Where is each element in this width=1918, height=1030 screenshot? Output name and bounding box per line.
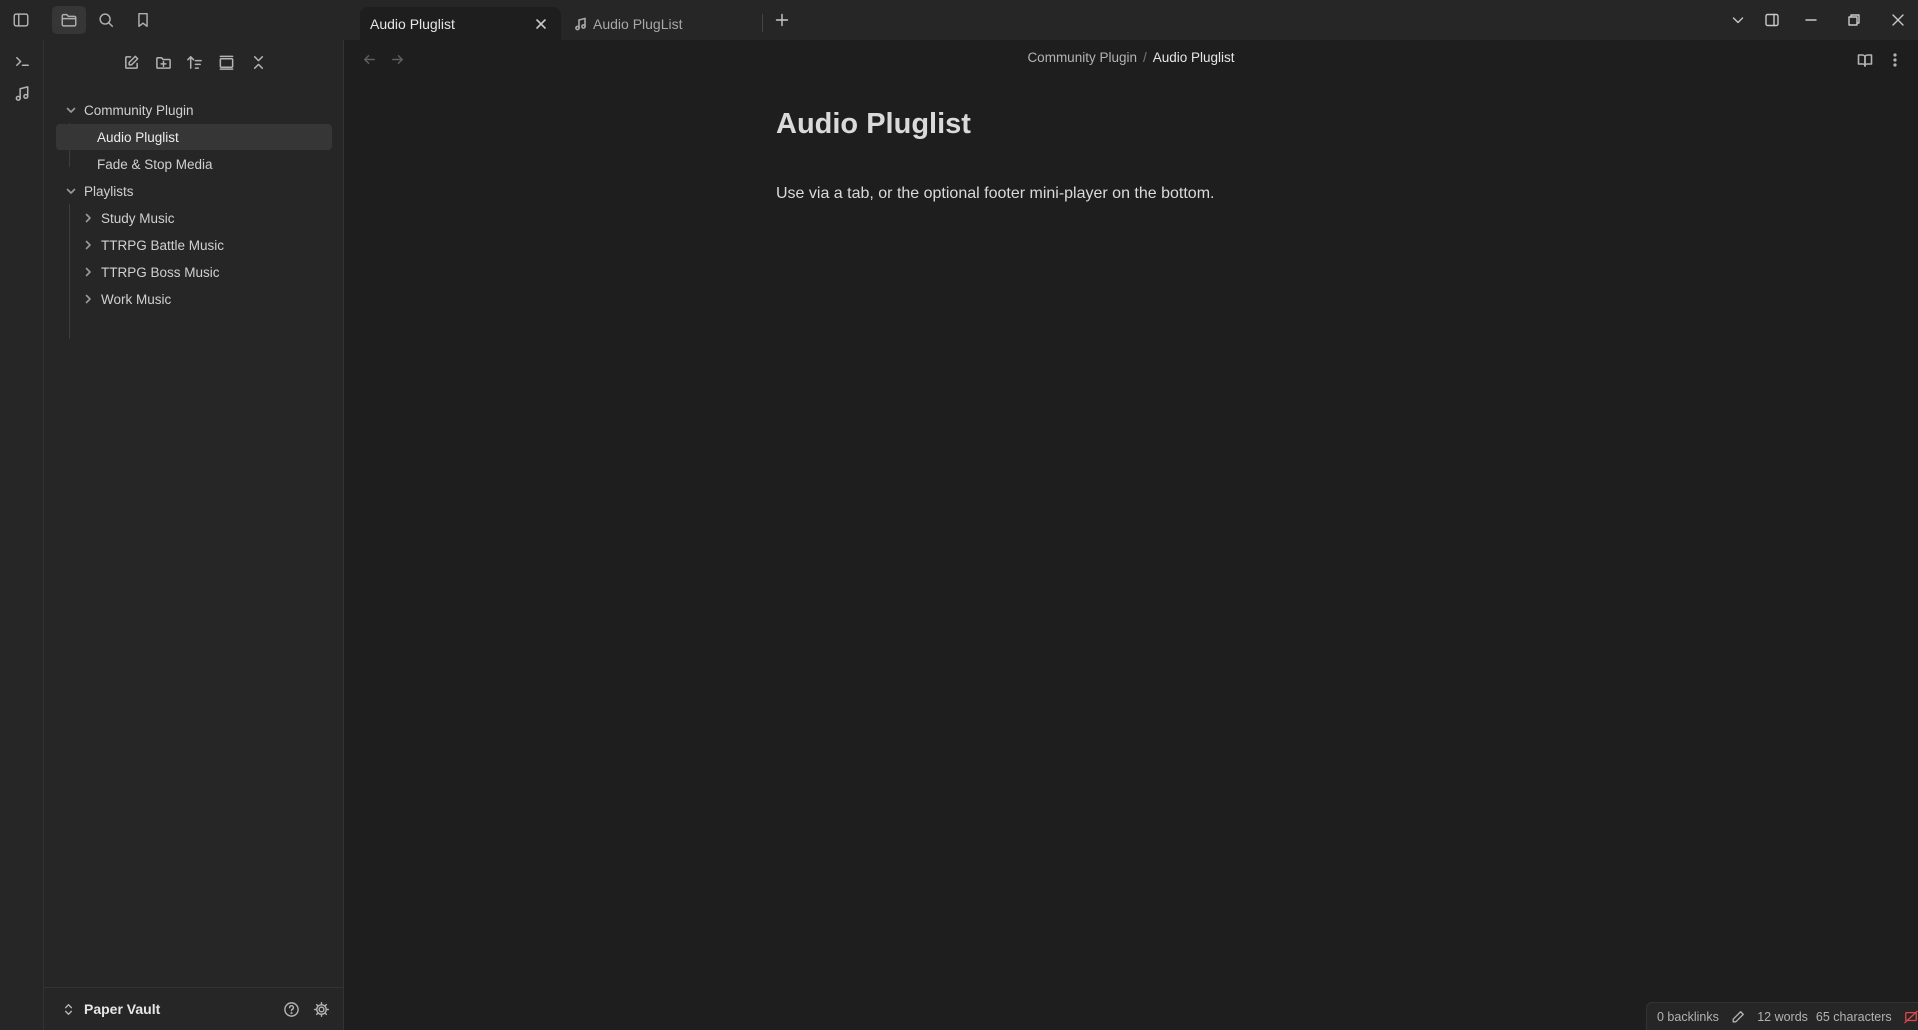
help-icon <box>283 1001 299 1017</box>
reveal-icon <box>219 55 233 70</box>
tree-folder-community-plugin[interactable]: Community Plugin <box>56 97 334 123</box>
chevrons-up-down-icon <box>64 1003 72 1015</box>
tree-folder-work-music[interactable]: Work Music <box>56 286 332 312</box>
help-button[interactable] <box>281 999 301 1019</box>
ribbon <box>0 40 44 1030</box>
auto-reveal-file-button[interactable] <box>213 50 239 74</box>
edit-mode-button[interactable] <box>1731 1009 1745 1025</box>
tree-item-label: TTRPG Battle Music <box>101 237 225 253</box>
sidebar-left-icon <box>13 13 29 27</box>
tree-folder-ttrpg-battle-music[interactable]: TTRPG Battle Music <box>56 232 332 258</box>
new-folder-button[interactable] <box>150 50 176 74</box>
breadcrumb: Community Plugin / Audio Pluglist <box>344 50 1918 65</box>
tab-audio-pluglist[interactable]: Audio Pluglist <box>360 7 561 40</box>
collapse-icon <box>253 55 263 69</box>
tree-item-label: Fade & Stop Media <box>97 156 213 172</box>
new-note-button[interactable] <box>118 50 144 74</box>
tab-list-dropdown-button[interactable] <box>1726 8 1750 32</box>
plus-icon <box>775 13 789 27</box>
sidebar-right-icon <box>1765 13 1779 27</box>
more-options-button[interactable] <box>1884 49 1906 71</box>
breadcrumb-current[interactable]: Audio Pluglist <box>1153 50 1235 65</box>
change-sort-order-button[interactable] <box>181 50 207 74</box>
breadcrumb-parent[interactable]: Community Plugin <box>1027 50 1137 65</box>
tree-folder-ttrpg-boss-music[interactable]: TTRPG Boss Music <box>56 259 332 285</box>
tree-item-label: Playlists <box>84 183 134 199</box>
toggle-left-sidebar-button[interactable] <box>4 6 38 34</box>
minimize-window-button[interactable] <box>1799 8 1823 32</box>
word-count: 12 words <box>1757 1009 1808 1024</box>
chevron-right-icon <box>81 238 95 252</box>
search-icon <box>99 13 114 28</box>
chevron-down-icon <box>64 103 78 117</box>
tree-item-label: Audio Pluglist <box>97 129 179 145</box>
document-body[interactable]: Use via a tab, or the optional footer mi… <box>776 185 1214 203</box>
editor-pane: Community Plugin / Audio Pluglist Audio Pl… <box>344 40 1918 1030</box>
new-note-icon <box>124 55 138 69</box>
document-title[interactable]: Audio Pluglist <box>776 108 971 141</box>
sort-icon <box>186 55 202 69</box>
minimize-icon <box>1805 19 1817 21</box>
vault-switcher-button[interactable] <box>58 999 78 1019</box>
more-vertical-icon <box>1893 53 1897 67</box>
tree-item-label: Community Plugin <box>84 102 194 118</box>
tree-file-audio-pluglist[interactable]: Audio Pluglist <box>56 124 332 150</box>
close-tab-button[interactable] <box>531 14 551 34</box>
gear-icon <box>313 1001 329 1017</box>
title-bar: Audio Pluglist Audio PlugList <box>0 0 1918 40</box>
folder-icon <box>61 13 77 27</box>
tree-item-label: Study Music <box>101 210 175 226</box>
music-note-icon <box>15 85 28 101</box>
status-bar: 0 backlinks 12 words 65 characters <box>1646 1002 1918 1030</box>
tree-item-label: TTRPG Boss Music <box>101 264 220 280</box>
chevron-right-icon <box>81 265 95 279</box>
vault-switcher-bar: Paper Vault <box>44 987 343 1030</box>
sync-off-icon <box>1904 1010 1918 1023</box>
restore-window-button[interactable] <box>1842 8 1866 32</box>
vault-name[interactable]: Paper Vault <box>84 1001 160 1017</box>
sync-status-button[interactable] <box>1904 1009 1918 1025</box>
tab-label: Audio Pluglist <box>370 15 455 32</box>
chevron-right-icon <box>81 211 95 225</box>
audio-playlist-ribbon-button[interactable] <box>11 82 33 104</box>
tree-item-label: Work Music <box>101 291 172 307</box>
chevron-down-icon <box>1732 17 1744 24</box>
reading-view-button[interactable] <box>1854 49 1876 71</box>
tree-folder-playlists[interactable]: Playlists <box>56 178 334 204</box>
close-icon <box>1892 14 1904 26</box>
bookmark-icon <box>138 12 148 28</box>
breadcrumb-separator: / <box>1142 50 1147 65</box>
settings-button[interactable] <box>311 999 331 1019</box>
chevron-down-icon <box>64 184 78 198</box>
files-tab-button[interactable] <box>52 6 86 34</box>
tree-file-fade-stop-media[interactable]: Fade & Stop Media <box>56 151 332 177</box>
close-icon <box>536 18 546 29</box>
tab-label: Audio PlugList <box>593 15 683 32</box>
tree-folder-study-music[interactable]: Study Music <box>56 205 332 231</box>
search-tab-button[interactable] <box>89 6 123 34</box>
pencil-icon <box>1732 1010 1744 1022</box>
tab-divider <box>762 14 763 32</box>
close-window-button[interactable] <box>1886 8 1910 32</box>
terminal-icon <box>15 56 29 66</box>
book-open-icon <box>1857 54 1873 67</box>
terminal-ribbon-button[interactable] <box>11 50 33 72</box>
restore-icon <box>1848 14 1860 26</box>
bookmarks-tab-button[interactable] <box>126 6 160 34</box>
collapse-all-button[interactable] <box>245 50 271 74</box>
backlinks-count[interactable]: 0 backlinks <box>1657 1010 1719 1024</box>
toggle-right-sidebar-button[interactable] <box>1760 8 1784 32</box>
new-folder-icon <box>155 56 171 69</box>
music-note-icon <box>573 16 589 32</box>
new-tab-button[interactable] <box>770 8 794 32</box>
tab-audio-playlist-view[interactable]: Audio PlugList <box>563 7 759 40</box>
chevron-right-icon <box>81 292 95 306</box>
character-count: 65 characters <box>1815 1009 1892 1024</box>
file-explorer-sidebar: Community Plugin Audio Pluglist Fade & S… <box>44 40 344 1030</box>
